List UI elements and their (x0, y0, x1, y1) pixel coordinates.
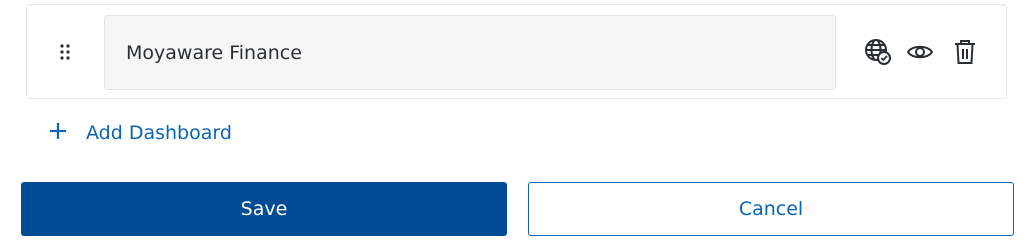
add-dashboard-label: Add Dashboard (86, 122, 232, 144)
save-label: Save (240, 198, 288, 220)
plus-icon (46, 119, 70, 148)
dashboard-name-input[interactable] (104, 15, 836, 90)
trash-icon[interactable] (950, 37, 980, 67)
add-dashboard-button[interactable]: Add Dashboard (46, 117, 232, 149)
globe-check-icon[interactable] (863, 37, 893, 67)
eye-icon[interactable] (905, 37, 935, 67)
dashboard-row (26, 4, 1007, 99)
cancel-label: Cancel (738, 198, 804, 220)
drag-handle-icon[interactable] (59, 42, 71, 66)
save-button[interactable]: Save (21, 182, 507, 236)
dashboard-editor: Add Dashboard Save Cancel (0, 0, 1029, 243)
cancel-button[interactable]: Cancel (528, 182, 1014, 236)
